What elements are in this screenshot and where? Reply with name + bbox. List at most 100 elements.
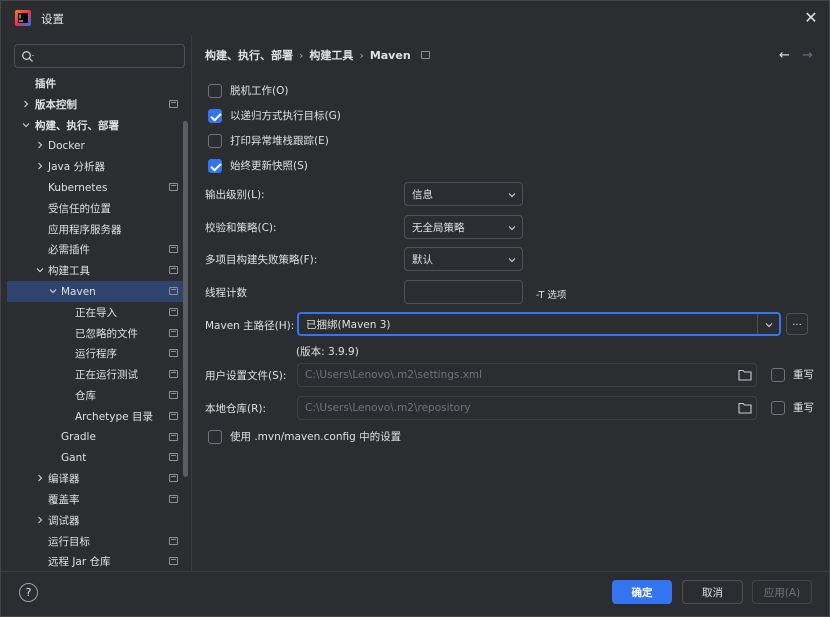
local-repo-value: C:\Users\Lenovo\.m2\repository xyxy=(305,402,471,414)
override-local-repo-checkbox[interactable]: 重写 xyxy=(771,400,814,415)
project-scope-icon xyxy=(169,474,178,483)
tree-item-label: Kubernetes xyxy=(48,181,108,194)
tree-item[interactable]: 编译器 xyxy=(7,468,183,489)
chevron-right-icon[interactable] xyxy=(35,161,45,171)
combobox-divider xyxy=(757,314,758,334)
use-mvn-config-checkbox[interactable]: 使用 .mvn/maven.config 中的设置 xyxy=(208,429,401,444)
failure-policy-dropdown[interactable]: 默认 xyxy=(404,247,523,271)
checksum-policy-value: 无全局策略 xyxy=(412,221,465,234)
tree-item[interactable]: 运行目标 xyxy=(7,531,183,552)
chevron-down-icon[interactable] xyxy=(765,321,773,329)
chevron-right-icon[interactable] xyxy=(35,515,45,525)
checksum-policy-dropdown[interactable]: 无全局策略 xyxy=(404,215,523,239)
breadcrumb-build-tools[interactable]: 构建工具 xyxy=(309,47,353,63)
offline-checkbox[interactable]: 脱机工作(O) xyxy=(208,83,288,98)
checkbox-box[interactable] xyxy=(208,108,222,123)
output-level-dropdown[interactable]: 信息 xyxy=(404,182,523,206)
tree-item-label: 构建工具 xyxy=(48,265,90,278)
project-scope-icon xyxy=(169,536,178,545)
tree-item[interactable]: 版本控制 xyxy=(7,94,183,115)
override-label: 重写 xyxy=(793,369,814,381)
settings-search-input[interactable] xyxy=(14,44,185,68)
help-icon[interactable]: ? xyxy=(19,583,38,602)
project-scope-icon xyxy=(169,307,178,316)
ok-button[interactable]: 确定 xyxy=(612,580,672,604)
tree-item[interactable]: 受信任的位置 xyxy=(7,198,183,219)
checkbox-box[interactable] xyxy=(208,83,222,98)
update-snapshots-checkbox[interactable]: 始终更新快照(S) xyxy=(208,158,308,173)
update-snapshots-label: 始终更新快照(S) xyxy=(230,160,308,172)
tree-item[interactable]: 覆盖率 xyxy=(7,489,183,510)
tree-item-label: 构建、执行、部署 xyxy=(35,119,119,132)
project-scope-icon xyxy=(169,370,178,379)
maven-home-combobox[interactable]: 已捆绑(Maven 3) xyxy=(297,312,781,336)
tree-item[interactable]: 仓库 xyxy=(7,385,183,406)
cancel-button[interactable]: 取消 xyxy=(682,580,743,604)
breadcrumb: 构建、执行、部署 › 构建工具 › Maven xyxy=(205,47,430,63)
override-user-settings-checkbox[interactable]: 重写 xyxy=(771,367,814,382)
tree-item[interactable]: Gradle xyxy=(7,427,183,448)
settings-dialog: 设置 ✕ 插件 版本控制 构建、执行、部署 Docker Java 分析器 Kuberne… xyxy=(0,0,830,617)
offline-label: 脱机工作(O) xyxy=(230,85,289,97)
tree-item[interactable]: 插件 xyxy=(7,73,183,94)
tree-item[interactable]: 运行程序 xyxy=(7,343,183,364)
window-title: 设置 xyxy=(41,12,64,26)
chevron-down-icon xyxy=(508,258,516,263)
tree-item-label: 应用程序服务器 xyxy=(48,223,122,236)
folder-icon[interactable] xyxy=(738,369,752,381)
recursive-label: 以递归方式执行目标(G) xyxy=(230,110,341,122)
tree-item[interactable]: 已忽略的文件 xyxy=(7,323,183,344)
tree-item[interactable]: 远程 Jar 仓库 xyxy=(7,551,183,571)
stacktrace-checkbox[interactable]: 打印异常堆栈跟踪(E) xyxy=(208,133,329,148)
checkbox-box[interactable] xyxy=(208,429,222,444)
tree-item[interactable]: 正在导入 xyxy=(7,302,183,323)
thread-count-input[interactable] xyxy=(404,280,523,304)
breadcrumb-build[interactable]: 构建、执行、部署 xyxy=(205,47,293,63)
tree-item[interactable]: Archetype 目录 xyxy=(7,406,183,427)
tree-item[interactable]: Java 分析器 xyxy=(7,156,183,177)
project-scope-icon xyxy=(169,99,178,108)
tree-item-label: 远程 Jar 仓库 xyxy=(48,556,111,569)
back-arrow-icon[interactable]: ← xyxy=(779,48,790,63)
tree-item[interactable]: Gant xyxy=(7,447,183,468)
tree-item[interactable]: 调试器 xyxy=(7,510,183,531)
tree-item[interactable]: 构建、执行、部署 xyxy=(7,115,183,136)
tree-item-label: 覆盖率 xyxy=(48,494,80,506)
tree-item-label: Gradle xyxy=(61,431,96,444)
tree-scrollbar[interactable] xyxy=(183,121,188,477)
close-icon[interactable]: ✕ xyxy=(803,10,819,26)
maven-home-label: Maven 主路径(H): xyxy=(205,320,295,332)
checkbox-box[interactable] xyxy=(771,367,785,382)
chevron-down-icon[interactable] xyxy=(21,120,31,130)
panel-divider xyxy=(191,35,192,571)
tree-item[interactable]: 构建工具 xyxy=(7,260,183,281)
tree-item[interactable]: Docker xyxy=(7,135,183,156)
tree-item[interactable]: Maven xyxy=(7,281,183,302)
tree-item[interactable]: 必需插件 xyxy=(7,239,183,260)
tree-item-label: 仓库 xyxy=(75,390,96,402)
chevron-down-icon[interactable] xyxy=(35,265,45,275)
tree-item-label: 受信任的位置 xyxy=(48,202,111,215)
output-level-value: 信息 xyxy=(412,188,433,201)
tree-item[interactable]: 正在运行测试 xyxy=(7,364,183,385)
browse-maven-home-button[interactable]: ... xyxy=(786,313,808,335)
checkbox-box[interactable] xyxy=(208,158,222,173)
output-level-label: 输出级别(L): xyxy=(205,189,265,201)
tree-item[interactable]: 应用程序服务器 xyxy=(7,219,183,240)
folder-icon[interactable] xyxy=(738,402,752,414)
project-scope-icon xyxy=(169,245,178,254)
chevron-right-icon[interactable] xyxy=(35,473,45,483)
chevron-down-icon xyxy=(508,226,516,231)
tree-item-label: Docker xyxy=(48,139,85,152)
recursive-goals-checkbox[interactable]: 以递归方式执行目标(G) xyxy=(208,108,341,123)
search-icon xyxy=(22,51,34,62)
project-scope-icon xyxy=(169,432,178,441)
checkbox-box[interactable] xyxy=(771,400,785,415)
chevron-down-icon[interactable] xyxy=(48,286,58,296)
failure-policy-label: 多项目构建失败策略(F): xyxy=(205,254,318,266)
chevron-right-icon[interactable] xyxy=(35,140,45,150)
thread-count-label: 线程计数 xyxy=(205,287,247,299)
checkbox-box[interactable] xyxy=(208,133,222,148)
chevron-right-icon[interactable] xyxy=(21,99,31,109)
tree-item[interactable]: Kubernetes xyxy=(7,177,183,198)
